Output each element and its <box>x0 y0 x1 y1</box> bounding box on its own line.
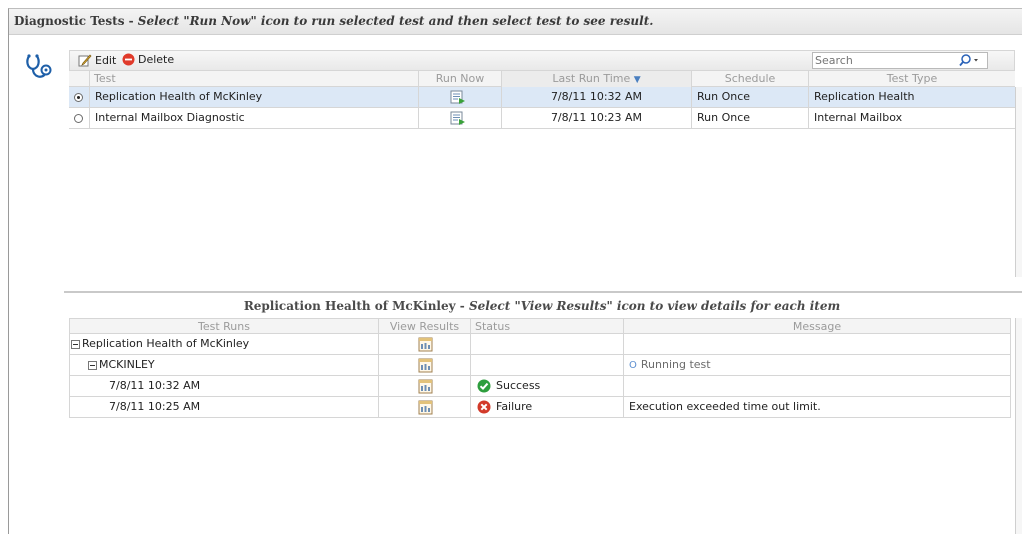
collapse-icon[interactable] <box>88 360 97 370</box>
select-column-header <box>69 71 89 87</box>
delete-label: Delete <box>138 53 175 66</box>
tree-row[interactable]: 7/8/11 10:25 AM Failure Execution exceed… <box>69 397 1011 418</box>
view-results-icon[interactable] <box>418 358 433 373</box>
status-cell: Success <box>470 376 623 396</box>
test-type-cell: Replication Health <box>808 87 1015 107</box>
tree-row[interactable]: MCKINLEY O Running test <box>69 355 1011 376</box>
success-check-icon <box>477 379 491 393</box>
column-header-test[interactable]: Test <box>89 71 418 87</box>
run-now-cell <box>418 108 501 128</box>
status-cell <box>470 355 623 375</box>
row-radio-button[interactable] <box>74 114 83 123</box>
run-now-icon[interactable] <box>450 111 466 126</box>
test-run-label: Replication Health of McKinley <box>82 337 250 350</box>
status-text: Failure <box>496 400 533 413</box>
view-results-icon[interactable] <box>418 400 433 415</box>
view-results-cell <box>378 397 470 417</box>
view-results-cell <box>378 355 470 375</box>
status-cell: Failure <box>470 397 623 417</box>
edit-label: Edit <box>95 53 117 67</box>
tests-scrollbar[interactable] <box>1015 87 1022 277</box>
spinner-icon: O <box>629 360 637 371</box>
status-text: Success <box>496 379 541 392</box>
row-radio-button[interactable] <box>74 93 83 102</box>
column-header-last-run-time[interactable]: Last Run Time ▼ <box>501 71 691 87</box>
last-run-time-cell: 7/8/11 10:32 AM <box>501 87 691 107</box>
failure-x-icon <box>477 400 491 414</box>
view-results-cell <box>378 376 470 396</box>
results-table-header: Test Runs View Results Status Message <box>69 318 1011 335</box>
test-run-cell: Replication Health of McKinley <box>70 334 378 354</box>
view-results-icon[interactable] <box>418 379 433 394</box>
message-cell <box>623 334 1010 354</box>
search-box <box>812 52 988 69</box>
column-header-test-runs[interactable]: Test Runs <box>70 319 378 335</box>
last-run-time-label: Last Run Time <box>552 72 631 85</box>
results-scrollbar[interactable] <box>1015 318 1022 534</box>
minus-circle-icon <box>122 53 135 66</box>
pencil-icon <box>78 54 92 67</box>
test-run-cell: 7/8/11 10:32 AM <box>109 379 201 392</box>
test-type-cell: Internal Mailbox <box>808 108 1015 128</box>
results-panel-title: Replication Health of McKinley - Select … <box>243 299 841 313</box>
tests-table-header: Test Run Now Last Run Time ▼ Schedule Te… <box>69 71 1015 87</box>
column-header-message[interactable]: Message <box>623 319 1010 335</box>
page-title-text: Diagnostic Tests <box>14 14 125 28</box>
status-cell <box>470 334 623 354</box>
sort-descending-icon: ▼ <box>633 75 641 85</box>
table-row[interactable]: Internal Mailbox Diagnostic 7/8/11 10:23… <box>69 108 1015 129</box>
test-name-cell: Replication Health of McKinley <box>89 87 418 107</box>
message-cell: O Running test <box>623 355 1010 375</box>
test-name-cell: Internal Mailbox Diagnostic <box>89 108 418 128</box>
table-row[interactable]: Replication Health of McKinley 7/8/11 10… <box>69 87 1015 108</box>
edit-button[interactable]: Edit <box>78 53 116 67</box>
page-header: Diagnostic Tests - Select "Run Now" icon… <box>9 9 1022 35</box>
delete-button[interactable]: Delete <box>122 53 174 66</box>
column-header-test-type[interactable]: Test Type <box>808 71 1015 87</box>
message-text: Running test <box>640 358 711 371</box>
column-header-schedule[interactable]: Schedule <box>691 71 808 87</box>
results-instruction: Select "View Results" icon to view detai… <box>468 299 841 313</box>
message-cell <box>623 376 1010 396</box>
view-results-cell <box>378 334 470 354</box>
test-run-cell: 7/8/11 10:25 AM <box>109 400 201 413</box>
tree-row[interactable]: Replication Health of McKinley <box>69 334 1011 355</box>
stethoscope-icon <box>26 54 52 78</box>
page-instruction: Select "Run Now" icon to run selected te… <box>137 14 654 28</box>
run-now-icon[interactable] <box>450 90 466 105</box>
tests-toolbar: Edit Delete <box>69 50 1015 71</box>
column-header-run-now[interactable]: Run Now <box>418 71 501 87</box>
view-results-icon[interactable] <box>418 337 433 352</box>
magnifier-icon[interactable] <box>957 53 981 68</box>
search-input[interactable] <box>815 54 955 67</box>
run-now-cell <box>418 87 501 107</box>
column-header-view-results[interactable]: View Results <box>378 319 470 335</box>
column-header-status[interactable]: Status <box>470 319 623 335</box>
tree-row[interactable]: 7/8/11 10:32 AM Success <box>69 376 1011 397</box>
message-cell: Execution exceeded time out limit. <box>623 397 1010 417</box>
schedule-cell: Run Once <box>691 87 808 107</box>
test-run-cell: MCKINLEY <box>70 355 378 375</box>
page-title: Diagnostic Tests - Select "Run Now" icon… <box>14 14 654 28</box>
last-run-time-cell: 7/8/11 10:23 AM <box>501 108 691 128</box>
schedule-cell: Run Once <box>691 108 808 128</box>
collapse-icon[interactable] <box>71 339 80 349</box>
test-run-label: MCKINLEY <box>99 358 155 371</box>
panel-splitter[interactable] <box>64 291 1022 293</box>
results-title-text: Replication Health of McKinley <box>243 299 456 313</box>
